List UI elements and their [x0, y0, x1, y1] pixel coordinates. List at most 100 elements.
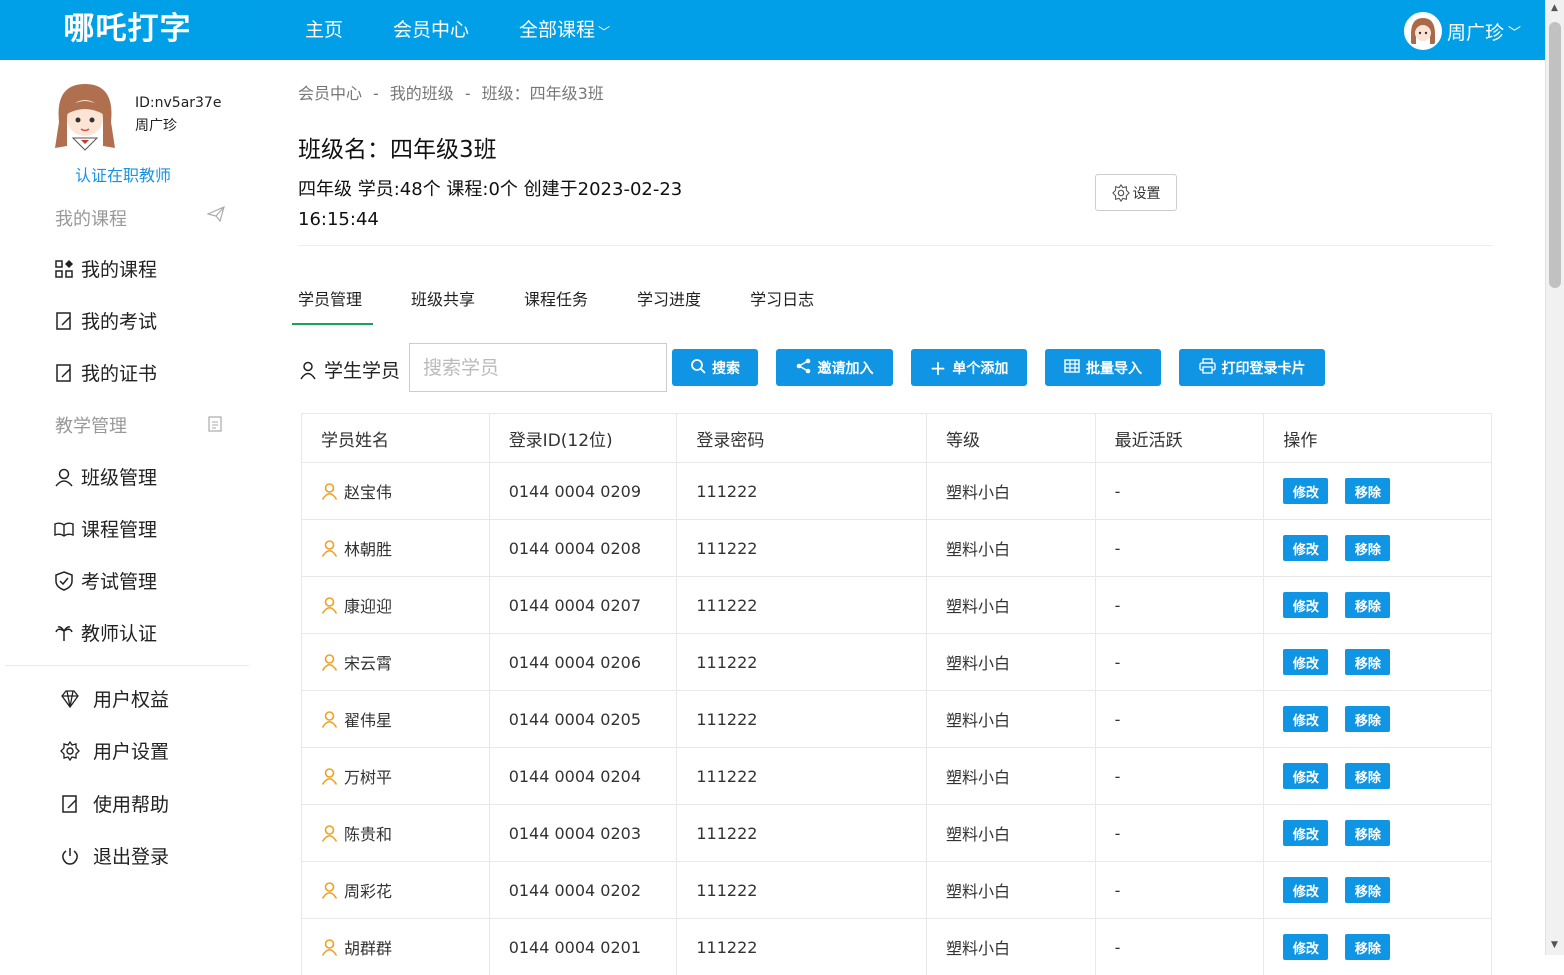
page-title: 班级名：四年级3班: [298, 137, 497, 163]
actions-cell: 修改 移除: [1264, 919, 1491, 975]
scroll-up-arrow[interactable]: ▲: [1551, 3, 1558, 13]
login-id-cell: 0144 0004 0204: [490, 748, 678, 804]
nav-member-center[interactable]: 会员中心: [393, 0, 469, 60]
edit-button[interactable]: 修改: [1283, 706, 1329, 732]
level-cell: 塑料小白: [927, 805, 1096, 861]
sidebar-item-course-management[interactable]: 课程管理: [54, 515, 157, 542]
tab-course-tasks[interactable]: 课程任务: [524, 286, 588, 310]
verify-teacher-link[interactable]: 认证在职教师: [75, 162, 171, 186]
printer-icon: [1198, 357, 1216, 378]
sidebar-item-user-benefits[interactable]: 用户权益: [60, 685, 169, 712]
student-name-cell: 林朝胜: [302, 520, 490, 576]
level-cell: 塑料小白: [927, 520, 1096, 576]
tab-class-share[interactable]: 班级共享: [411, 286, 475, 310]
sidebar-item-class-management[interactable]: 班级管理: [54, 463, 157, 490]
gear-icon: [60, 740, 80, 761]
login-id-cell: 0144 0004 0205: [490, 691, 678, 747]
clipboard-icon: [207, 415, 223, 436]
tab-learning-progress[interactable]: 学习进度: [637, 286, 701, 310]
user-menu[interactable]: 周广珍 ﹀: [1403, 12, 1521, 50]
sidebar-item-label: 我的考试: [81, 311, 158, 333]
divider: [298, 245, 1493, 246]
remove-button[interactable]: 移除: [1345, 535, 1391, 561]
remove-button[interactable]: 移除: [1345, 478, 1391, 504]
print-login-cards-button[interactable]: 打印登录卡片: [1179, 349, 1325, 386]
edit-button[interactable]: 修改: [1283, 592, 1329, 618]
sidebar-item-teacher-verify[interactable]: 教师认证: [54, 619, 157, 646]
remove-button[interactable]: 移除: [1345, 820, 1391, 846]
password-cell: 111222: [677, 919, 927, 975]
student-name-cell: 翟伟星: [302, 691, 490, 747]
edit-button[interactable]: 修改: [1283, 535, 1329, 561]
add-single-button[interactable]: + 单个添加: [911, 349, 1027, 386]
student-name-cell: 周彩花: [302, 862, 490, 918]
last-active-cell: -: [1096, 862, 1265, 918]
login-id-cell: 0144 0004 0208: [490, 520, 678, 576]
sidebar-item-label: 课程管理: [81, 519, 158, 541]
remove-button[interactable]: 移除: [1345, 592, 1391, 618]
breadcrumb-my-classes[interactable]: 我的班级: [390, 84, 454, 103]
power-icon: [62, 847, 78, 865]
plus-icon: +: [929, 355, 947, 380]
table-header-row: 学员姓名 登录ID(12位) 登录密码 等级 最近活跃 操作: [302, 413, 1491, 462]
sidebar-item-label: 教师认证: [81, 623, 158, 645]
nav-all-courses[interactable]: 全部课程 ﹀: [519, 0, 610, 60]
search-button[interactable]: 搜索: [672, 349, 758, 386]
scroll-thumb[interactable]: [1549, 22, 1561, 288]
student-name-cell: 陈贵和: [302, 805, 490, 861]
sidebar-item-my-certificates[interactable]: 我的证书: [54, 359, 157, 386]
section-my-courses: 我的课程: [55, 209, 127, 230]
invite-button[interactable]: 邀请加入: [776, 349, 893, 386]
user-icon: [321, 654, 338, 671]
table-icon: [1064, 358, 1080, 377]
tab-learning-log[interactable]: 学习日志: [750, 286, 814, 310]
book-icon: [54, 522, 74, 537]
breadcrumb-member-center[interactable]: 会员中心: [298, 84, 362, 103]
password-cell: 111222: [677, 634, 927, 690]
class-info: 四年级 学员:48个 课程:0个 创建于2023-02-23 16:15:44: [298, 179, 683, 230]
login-id-cell: 0144 0004 0202: [490, 862, 678, 918]
table-row: 宋云霄 0144 0004 0206 111222 塑料小白 - 修改 移除: [302, 633, 1491, 690]
apps-icon: [55, 259, 73, 278]
search-input[interactable]: [409, 343, 667, 392]
edit-button[interactable]: 修改: [1283, 877, 1329, 903]
remove-button[interactable]: 移除: [1345, 649, 1391, 675]
page-scrollbar[interactable]: ▲ ▼: [1545, 0, 1564, 955]
password-cell: 111222: [677, 691, 927, 747]
sidebar-item-logout[interactable]: 退出登录: [60, 842, 169, 869]
last-active-cell: -: [1096, 520, 1265, 576]
edit-button[interactable]: 修改: [1283, 820, 1329, 846]
scroll-down-arrow[interactable]: ▼: [1551, 940, 1558, 950]
column-header: 登录密码: [677, 414, 927, 462]
batch-import-button[interactable]: 批量导入: [1045, 349, 1161, 386]
sidebar-item-exam-management[interactable]: 考试管理: [54, 567, 157, 594]
remove-button[interactable]: 移除: [1345, 934, 1391, 960]
breadcrumb: 会员中心 - 我的班级 - 班级：四年级3班: [298, 84, 604, 103]
table-row: 赵宝伟 0144 0004 0209 111222 塑料小白 - 修改 移除: [302, 462, 1491, 519]
edit-button[interactable]: 修改: [1283, 934, 1329, 960]
edit-button[interactable]: 修改: [1283, 478, 1329, 504]
edit-doc-icon: [56, 311, 71, 330]
tabs: 学员管理 班级共享 课程任务 学习进度 学习日志: [298, 286, 863, 310]
sidebar-item-my-exams[interactable]: 我的考试: [54, 307, 157, 334]
sidebar-item-user-settings[interactable]: 用户设置: [60, 737, 169, 764]
sidebar-item-label: 我的证书: [81, 363, 158, 385]
login-id-cell: 0144 0004 0203: [490, 805, 678, 861]
remove-button[interactable]: 移除: [1345, 877, 1391, 903]
edit-button[interactable]: 修改: [1283, 649, 1329, 675]
tab-student-management[interactable]: 学员管理: [298, 286, 362, 310]
palm-tree-icon: [55, 625, 73, 641]
brand-logo[interactable]: 哪吒打字: [0, 0, 255, 60]
nav-home[interactable]: 主页: [305, 0, 343, 60]
sidebar-item-my-courses[interactable]: 我的课程: [54, 255, 157, 282]
student-toolbar: 学生学员 搜索 邀请加入 + 单个添加 批量导入 打印登录卡片: [298, 343, 1498, 393]
settings-button[interactable]: 设置: [1095, 174, 1177, 211]
edit-button[interactable]: 修改: [1283, 763, 1329, 789]
search-button-label: 搜索: [712, 360, 740, 377]
sidebar-item-help[interactable]: 使用帮助: [60, 790, 169, 817]
remove-button[interactable]: 移除: [1345, 706, 1391, 732]
actions-cell: 修改 移除: [1264, 463, 1491, 519]
remove-button[interactable]: 移除: [1345, 763, 1391, 789]
last-active-cell: -: [1096, 748, 1265, 804]
table-row: 翟伟星 0144 0004 0205 111222 塑料小白 - 修改 移除: [302, 690, 1491, 747]
